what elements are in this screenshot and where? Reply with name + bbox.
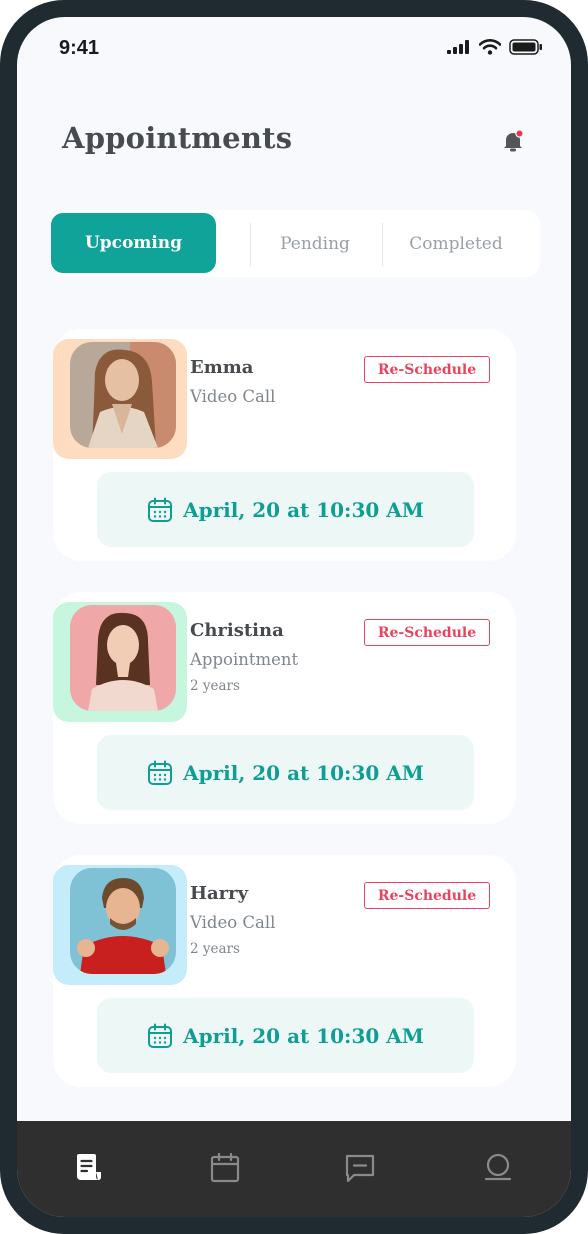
wifi-icon xyxy=(479,39,501,55)
reschedule-button[interactable]: Re-Schedule xyxy=(364,882,490,909)
nav-calendar[interactable] xyxy=(208,1151,242,1185)
bottom-nav xyxy=(17,1121,571,1217)
status-time: 9:41 xyxy=(59,37,100,59)
profile-icon xyxy=(484,1153,512,1181)
nav-appointments[interactable] xyxy=(71,1151,105,1185)
appointment-type: Appointment xyxy=(190,650,299,669)
appointment-card[interactable]: Emma Video Call Re-Schedule April, 20 at… xyxy=(53,329,516,561)
calendar-icon xyxy=(148,1023,173,1048)
calendar-icon xyxy=(148,497,173,522)
appointment-card[interactable]: Harry Video Call 2 years Re-Schedule Apr… xyxy=(53,855,516,1087)
nav-profile[interactable] xyxy=(481,1151,515,1185)
bell-icon xyxy=(504,129,524,152)
appointment-card[interactable]: Christina Appointment 2 years Re-Schedul… xyxy=(53,592,516,824)
appointment-date: April, 20 at 10:30 AM xyxy=(183,497,424,522)
message-icon xyxy=(345,1154,375,1183)
avatar xyxy=(70,868,176,974)
tab-bar: Upcoming Pending Completed xyxy=(51,210,540,277)
appointment-date-box[interactable]: April, 20 at 10:30 AM xyxy=(97,998,474,1073)
device-frame: 9:41 Appointments Upcoming Pending Compl… xyxy=(0,0,588,1234)
calendar-icon xyxy=(210,1152,240,1183)
battery-icon xyxy=(509,39,542,55)
patient-name: Emma xyxy=(190,357,254,378)
appointment-date: April, 20 at 10:30 AM xyxy=(183,1023,424,1048)
patient-name: Harry xyxy=(190,883,249,904)
appointment-date-box[interactable]: April, 20 at 10:30 AM xyxy=(97,472,474,547)
screen: 9:41 Appointments Upcoming Pending Compl… xyxy=(17,17,571,1217)
reschedule-button[interactable]: Re-Schedule xyxy=(364,356,490,383)
status-icons xyxy=(447,39,543,55)
patient-name: Christina xyxy=(190,620,284,641)
appointment-date-box[interactable]: April, 20 at 10:30 AM xyxy=(97,735,474,810)
nav-messages[interactable] xyxy=(343,1151,377,1185)
tab-upcoming[interactable]: Upcoming xyxy=(51,213,216,273)
avatar xyxy=(70,605,176,711)
appointment-date: April, 20 at 10:30 AM xyxy=(183,760,424,785)
appointment-type: Video Call xyxy=(190,913,276,932)
notification-button[interactable] xyxy=(499,127,527,155)
patient-years: 2 years xyxy=(190,941,240,957)
calendar-icon xyxy=(148,760,173,785)
reschedule-button[interactable]: Re-Schedule xyxy=(364,619,490,646)
tab-completed[interactable]: Completed xyxy=(383,210,529,277)
signal-icon xyxy=(447,40,469,54)
avatar xyxy=(70,342,176,448)
appointment-type: Video Call xyxy=(190,387,276,406)
tab-pending[interactable]: Pending xyxy=(251,210,379,277)
patient-years: 2 years xyxy=(190,678,240,694)
document-icon xyxy=(77,1154,101,1180)
page-title: Appointments xyxy=(62,121,293,155)
